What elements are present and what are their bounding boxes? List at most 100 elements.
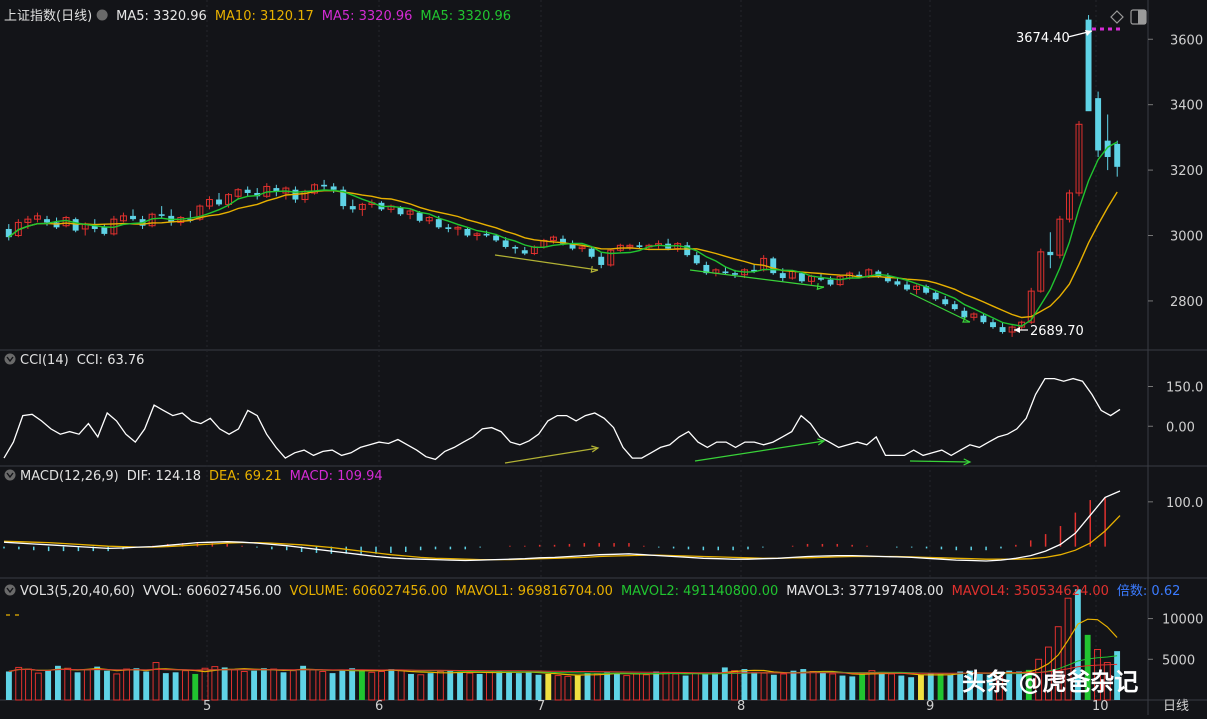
- volume-bar: [349, 668, 356, 700]
- candle-body: [770, 258, 777, 274]
- month-label: 9: [926, 699, 934, 714]
- indicator-settings-icon[interactable]: [4, 584, 16, 596]
- candle-body: [942, 299, 949, 305]
- volume-bar: [172, 672, 179, 700]
- price-tick-label: 3000: [1170, 230, 1203, 245]
- volume-bar: [937, 673, 944, 700]
- volume-bar: [300, 665, 307, 700]
- main-settings-icon[interactable]: [96, 9, 108, 21]
- vol-header-item: VOLUME: 606027456.00: [290, 584, 448, 599]
- candle-body: [130, 215, 136, 220]
- candle-body: [72, 219, 79, 231]
- candle-body: [53, 222, 60, 228]
- candle-body: [598, 256, 605, 265]
- volume-bar: [476, 673, 483, 700]
- candle-body: [980, 315, 987, 323]
- macd-tick-label: 100.0: [1166, 496, 1203, 511]
- chart-canvas: 3600 3400 3200 3000 2800 150.0 0.00 100.0 10000 5…: [0, 0, 1207, 715]
- volume-tick-label: 5000: [1162, 653, 1195, 668]
- volume-bar: [260, 668, 267, 700]
- volume-bar: [427, 673, 434, 700]
- volume-bar: [819, 672, 826, 700]
- macd-header-item: DIF: 124.18: [127, 469, 201, 484]
- candle-body: [244, 189, 251, 193]
- volume-bar: [143, 671, 150, 700]
- volume-bar: [359, 669, 365, 700]
- candle-body: [44, 219, 50, 223]
- cci-header-item: CCI(14): [20, 353, 69, 368]
- main-header: 上证指数(日线) MA5: 3320.96 MA10: 3120.17 MA5: 33…: [4, 9, 511, 24]
- macd-header-item: DEA: 69.21: [209, 469, 282, 484]
- volume-bar: [859, 673, 866, 700]
- volume-bar: [515, 673, 522, 700]
- period-label: 日线: [1163, 699, 1189, 714]
- candle: [1095, 91, 1102, 158]
- candle-body: [445, 227, 452, 229]
- volume-bar: [74, 672, 81, 700]
- macd-header: MACD(12,26,9) DIF: 124.18 DEA: 69.21 MACD: …: [4, 469, 383, 484]
- volume-bar: [898, 675, 905, 700]
- volume-bar: [506, 671, 513, 700]
- vol-header-item: 倍数: 0.62: [1117, 584, 1180, 599]
- candle-body: [502, 240, 509, 247]
- price-tick-label: 2800: [1170, 295, 1203, 310]
- candle-body: [827, 279, 834, 285]
- volume-bar: [339, 670, 346, 700]
- indicator-settings-icon[interactable]: [4, 353, 16, 365]
- month-label: 6: [375, 699, 383, 714]
- volume-bar: [104, 670, 110, 700]
- candle-body: [512, 246, 519, 249]
- volume-bar: [800, 669, 807, 700]
- volume-bar: [790, 670, 797, 700]
- volume-bar: [584, 673, 591, 700]
- vol-header-item: MAVOL1: 969816704.00: [456, 584, 613, 599]
- cci-header-item: CCI: 63.76: [77, 353, 145, 368]
- candle-body: [521, 250, 528, 254]
- candle-body: [798, 273, 805, 282]
- macd-header-item: MACD: 109.94: [290, 469, 383, 484]
- vol-header-item: VOL3(5,20,40,60): [20, 584, 135, 599]
- candle-body: [722, 271, 729, 274]
- low-label: 2689.70: [1030, 324, 1084, 339]
- candle-body: [416, 212, 423, 221]
- volume-bar: [5, 671, 12, 700]
- cci-tick-label: 0.00: [1166, 420, 1195, 435]
- candle-body: [493, 235, 500, 241]
- volume-bar: [545, 673, 552, 700]
- volume-bar: [682, 675, 689, 700]
- volume-bar: [221, 667, 228, 700]
- vol-header-item: MAVOL2: 491140800.00: [621, 584, 778, 599]
- price-tick-label: 3600: [1170, 33, 1203, 48]
- candle-body: [693, 255, 700, 264]
- candle-body: [932, 292, 939, 300]
- indicator-settings-icon[interactable]: [4, 469, 16, 481]
- vol-header-item: VVOL: 606027456.00: [143, 584, 282, 599]
- candle: [72, 217, 79, 233]
- vol-header-item: MAVOL3: 377197408.00: [786, 584, 943, 599]
- candle-body: [464, 228, 471, 236]
- volume-bar: [457, 672, 463, 700]
- volume-bar: [947, 674, 954, 700]
- candle-body: [904, 284, 910, 290]
- candle-body: [101, 227, 108, 234]
- volume-bar: [918, 674, 924, 700]
- candle: [340, 186, 347, 210]
- main-header-item: 上证指数(日线): [4, 9, 92, 24]
- volume-bar: [133, 668, 140, 700]
- volume-bar: [908, 677, 915, 700]
- volume-bar: [849, 676, 856, 700]
- volume-bar: [770, 674, 777, 700]
- main-header-item: MA5: 3320.96: [420, 9, 511, 24]
- candle-body: [961, 310, 968, 318]
- main-header-item: MA10: 3120.17: [215, 9, 314, 24]
- candle-body: [1047, 251, 1054, 256]
- month-label: 5: [203, 699, 211, 714]
- volume-bar: [496, 670, 503, 700]
- candle: [770, 256, 777, 275]
- candle-body: [990, 322, 996, 328]
- volume-bar: [702, 673, 709, 700]
- candle-body: [779, 273, 786, 279]
- volume-bar: [388, 669, 395, 700]
- candle-body: [435, 219, 442, 228]
- watermark-text: 头条 @虎爸杂记: [962, 668, 1138, 696]
